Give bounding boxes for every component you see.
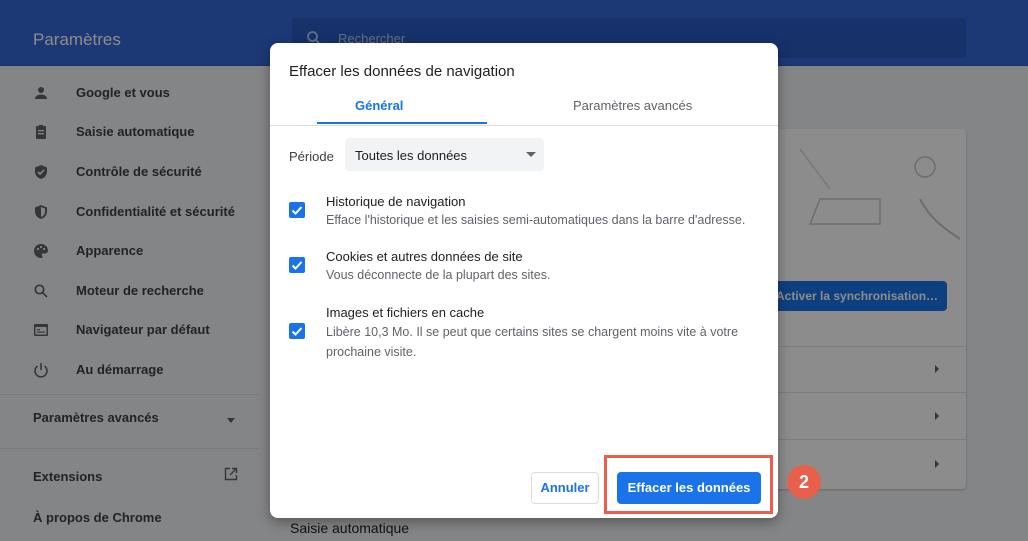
- clear-browsing-data-dialog: Effacer les données de navigation Généra…: [270, 43, 778, 518]
- annotation-highlight-box: [604, 455, 773, 514]
- tab-advanced[interactable]: Paramètres avancés: [573, 98, 692, 113]
- checkbox-cache[interactable]: [289, 323, 305, 339]
- step-badge: 2: [787, 465, 821, 499]
- cancel-button[interactable]: Annuler: [531, 472, 599, 504]
- tab-indicator: [317, 122, 487, 124]
- option-description: Vous déconnecte de la plupart des sites.: [326, 268, 551, 282]
- checkmark-icon: [291, 327, 303, 336]
- option-description: Libère 10,3 Mo. Il se peut que certains …: [326, 325, 739, 359]
- settings-window: Paramètres Rechercher Google et vous Sai…: [0, 0, 1028, 541]
- checkbox-cookies[interactable]: [289, 257, 305, 273]
- period-value: Toutes les données: [355, 148, 468, 163]
- option-description: Efface l'historique et les saisies semi-…: [326, 213, 746, 227]
- option-title: Cookies et autres données de site: [326, 249, 523, 264]
- checkbox-history[interactable]: [289, 202, 305, 218]
- option-title: Historique de navigation: [326, 194, 466, 209]
- checkmark-icon: [291, 206, 303, 215]
- dropdown-arrow-icon: [526, 152, 536, 157]
- tab-general[interactable]: Général: [355, 98, 403, 113]
- period-label: Période: [289, 149, 334, 164]
- tab-divider: [270, 125, 778, 126]
- dialog-title: Effacer les données de navigation: [289, 63, 515, 80]
- checkmark-icon: [291, 261, 303, 270]
- period-select[interactable]: Toutes les données: [345, 138, 544, 171]
- option-title: Images et fichiers en cache: [326, 305, 485, 320]
